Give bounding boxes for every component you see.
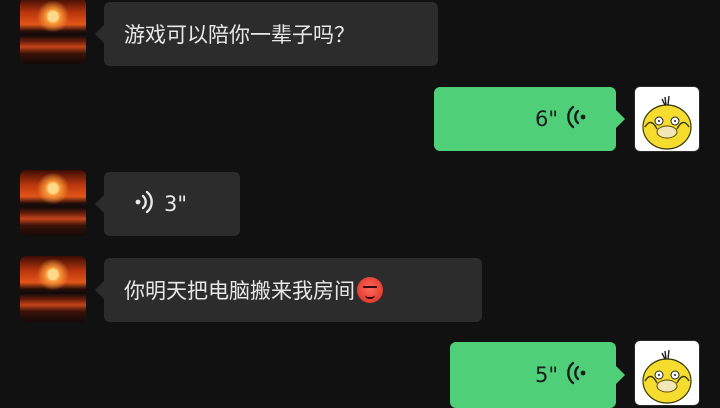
voice-duration: 6": [534, 107, 558, 131]
message-text: 游戏可以陪你一辈子吗？: [124, 23, 355, 47]
psyduck-avatar[interactable]: [634, 340, 700, 406]
message-text: 你明天把电脑搬来我房间: [124, 279, 355, 303]
voice-wave-icon: [566, 105, 588, 134]
angry-face-icon: [357, 277, 383, 303]
voice-duration: 3": [164, 192, 188, 216]
voice-wave-icon: [134, 190, 154, 219]
voice-message-bubble[interactable]: 5": [450, 342, 625, 408]
psyduck-avatar[interactable]: [634, 86, 700, 152]
psyduck-illustration: [642, 349, 692, 404]
message-bubble[interactable]: 游戏可以陪你一辈子吗？: [95, 2, 438, 66]
voice-message-bubble[interactable]: 6": [434, 87, 625, 151]
chat-thread: 游戏可以陪你一辈子吗？ 6" 3" 你明天把电脑搬来我房间 5": [0, 0, 720, 408]
message-bubble[interactable]: 你明天把电脑搬来我房间: [95, 258, 482, 322]
sunset-avatar[interactable]: [20, 0, 86, 64]
voice-wave-icon: [566, 361, 588, 390]
sunset-avatar[interactable]: [20, 170, 86, 236]
voice-message-bubble[interactable]: 3": [95, 172, 240, 236]
sunset-avatar[interactable]: [20, 256, 86, 322]
voice-duration: 5": [534, 363, 558, 387]
psyduck-illustration: [642, 95, 692, 150]
